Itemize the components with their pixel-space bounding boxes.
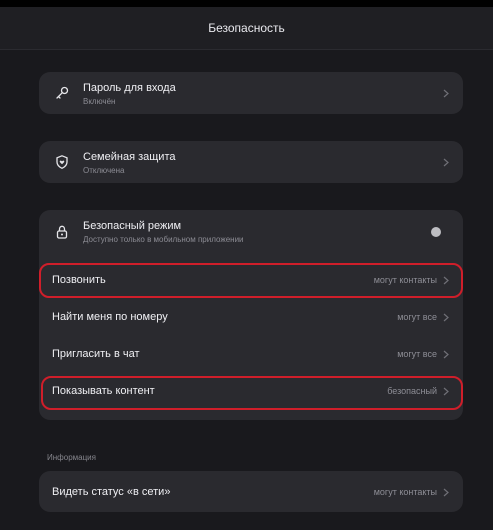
family-protection-status: Отключена [83, 166, 125, 175]
privacy-row-value: могут все [397, 312, 437, 322]
privacy-settings-card: Безопасный режим Доступно только в мобил… [39, 210, 463, 420]
privacy-row-label: Пригласить в чат [52, 348, 140, 360]
privacy-row-label: Видеть статус «в сети» [52, 486, 171, 498]
lock-icon [53, 223, 71, 241]
chevron-right-icon [441, 312, 451, 322]
page-title: Безопасность [208, 21, 285, 35]
privacy-row-online-status[interactable]: Видеть статус «в сети» могут контакты [39, 471, 463, 512]
toggle-knob [431, 227, 441, 237]
login-password-item[interactable]: Пароль для входа Включён [39, 72, 463, 114]
family-protection-title: Семейная защита [83, 151, 176, 163]
privacy-row-label: Найти меня по номеру [52, 311, 168, 323]
family-protection-item[interactable]: Семейная защита Отключена [39, 141, 463, 183]
chevron-right-icon [441, 349, 451, 359]
privacy-row-value: безопасный [387, 386, 437, 396]
safe-mode-title: Безопасный режим [83, 220, 182, 232]
privacy-row-call[interactable]: Позвонить могут контакты [39, 264, 463, 296]
shield-heart-icon [53, 153, 71, 171]
privacy-row-value: могут контакты [373, 487, 437, 497]
info-card: Видеть статус «в сети» могут контакты [39, 471, 463, 512]
safe-mode-note: Доступно только в мобильном приложении [83, 235, 244, 244]
safe-mode-toggle[interactable] [427, 225, 453, 239]
privacy-row-find-by-number[interactable]: Найти меня по номеру могут все [39, 301, 463, 333]
privacy-row-label: Позвонить [52, 274, 106, 286]
login-password-status: Включён [83, 97, 116, 106]
chevron-right-icon [441, 386, 451, 396]
privacy-row-show-content[interactable]: Показывать контент безопасный [39, 375, 463, 407]
chevron-right-icon [441, 88, 451, 98]
page-header: Безопасность [0, 7, 493, 50]
chevron-right-icon [441, 157, 451, 167]
privacy-row-invite-to-chat[interactable]: Пригласить в чат могут все [39, 338, 463, 370]
privacy-row-label: Показывать контент [52, 385, 155, 397]
chevron-right-icon [441, 487, 451, 497]
privacy-row-value: могут все [397, 349, 437, 359]
key-icon [53, 84, 71, 102]
section-label-info: Информация [47, 453, 96, 462]
safe-mode-item: Безопасный режим Доступно только в мобил… [39, 210, 463, 254]
login-password-title: Пароль для входа [83, 82, 176, 94]
window-top-edge [0, 0, 493, 7]
chevron-right-icon [441, 275, 451, 285]
privacy-row-value: могут контакты [373, 275, 437, 285]
